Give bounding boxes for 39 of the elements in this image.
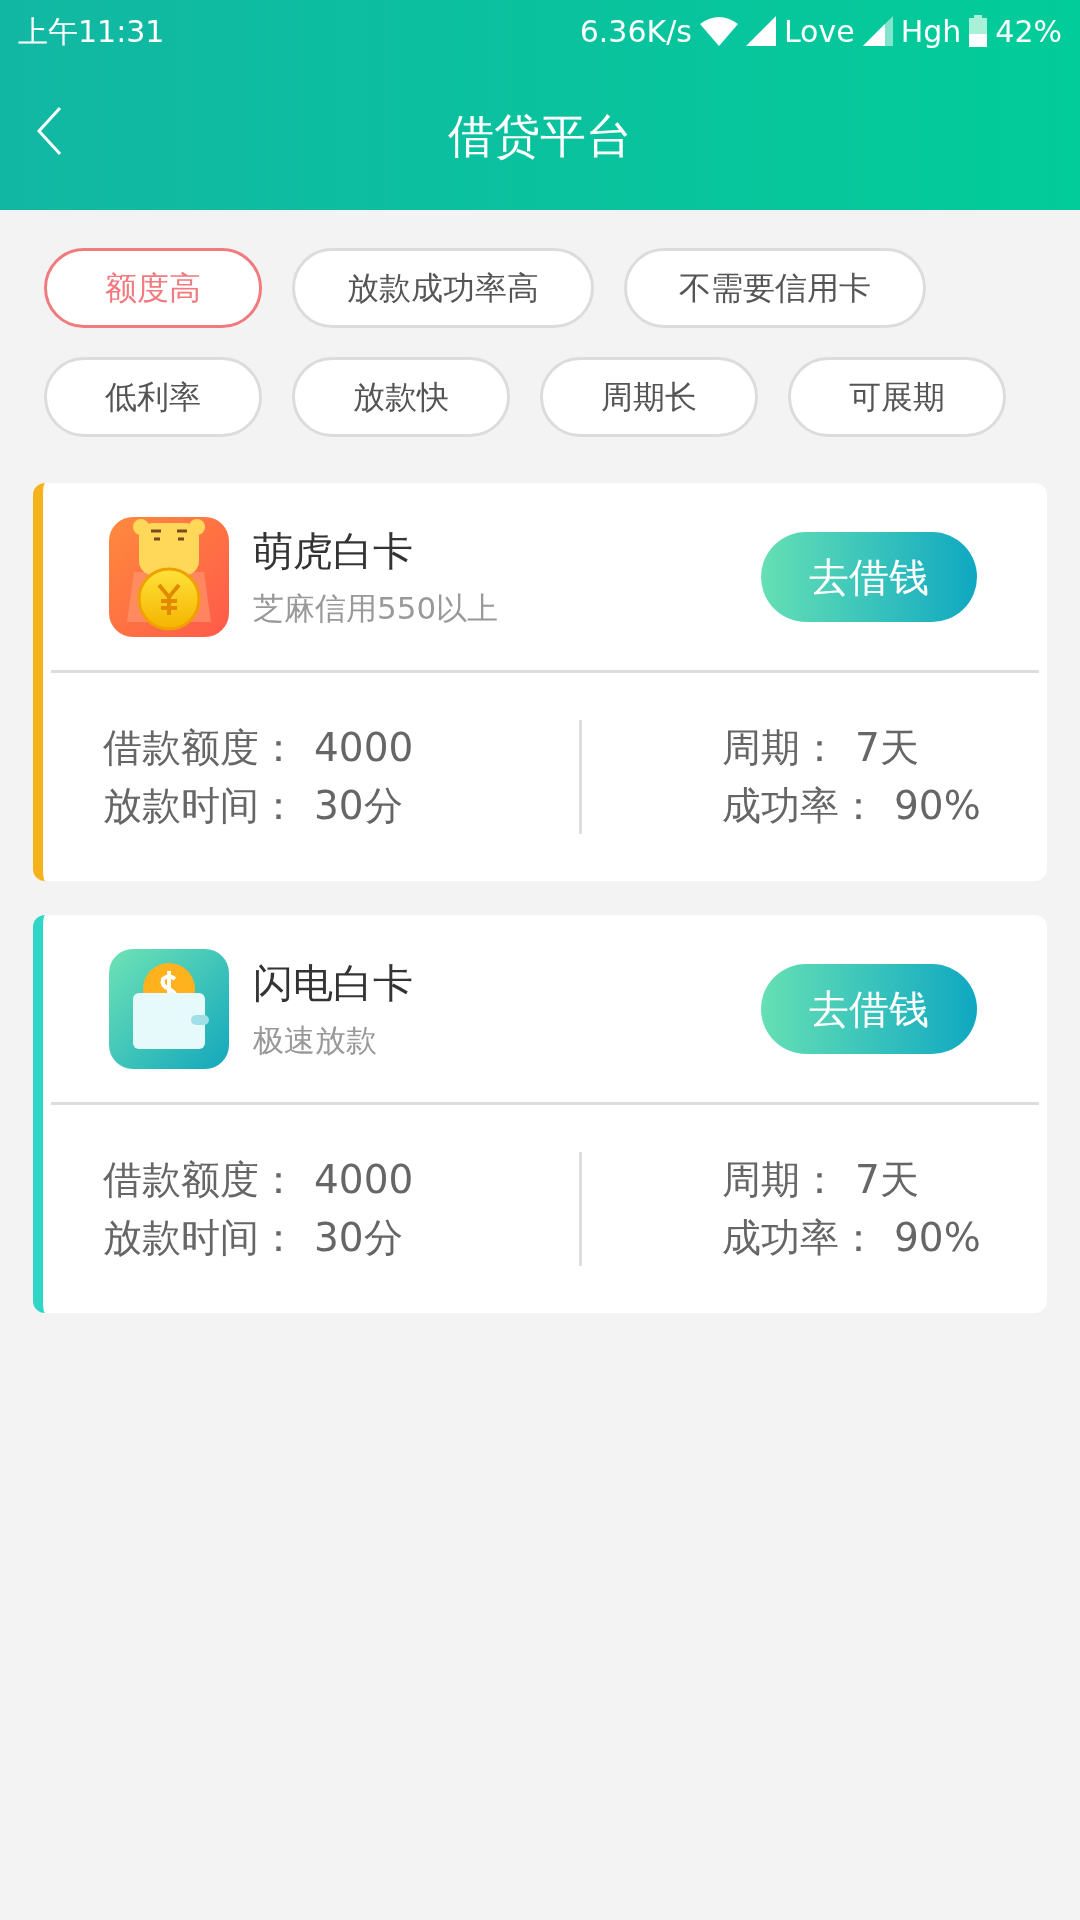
stat-label: 借款额度：: [103, 1156, 298, 1204]
status-time: 上午11:31: [18, 12, 165, 51]
tiger-app-icon: [109, 516, 229, 637]
filter-chip[interactable]: 可展期: [788, 357, 1006, 437]
product-name: 萌虎白卡: [253, 527, 414, 577]
signal-icon: [745, 16, 776, 46]
page-title: 借贷平台: [448, 107, 632, 165]
filter-chip[interactable]: 不需要信用卡: [624, 248, 926, 328]
stat-label: 周期：: [722, 1156, 839, 1204]
product-subtitle: 芝麻信用550以上: [253, 589, 499, 629]
stat-label: 成功率：: [722, 782, 878, 830]
stat-value: 30分: [314, 1214, 403, 1262]
battery-icon: [969, 15, 988, 47]
stat-label: 成功率：: [722, 1214, 878, 1262]
stat-value: 4000: [314, 724, 414, 772]
stat-value: 7天: [855, 1156, 919, 1204]
stat-label: 周期：: [722, 724, 839, 772]
stat-value: 90%: [894, 782, 981, 830]
product-name: 闪电白卡: [253, 959, 413, 1009]
carrier-name: Hgh: [900, 12, 962, 51]
network-speed: 6.36K/s: [579, 12, 692, 51]
wifi-icon: [699, 16, 738, 46]
wallet-app-icon: [109, 948, 229, 1069]
product-subtitle: 极速放款: [253, 1021, 378, 1061]
battery-level: 42%: [995, 12, 1062, 51]
filter-chip[interactable]: 放款快: [292, 357, 510, 437]
carrier-name: Love: [783, 12, 855, 51]
stat-label: 放款时间：: [103, 782, 298, 830]
stat-value: 4000: [314, 1156, 414, 1204]
signal-icon: [862, 16, 893, 46]
filter-chip[interactable]: 周期长: [540, 357, 758, 437]
filter-chip[interactable]: 放款成功率高: [292, 248, 594, 328]
filter-chip[interactable]: 低利率: [44, 357, 262, 437]
stat-label: 放款时间：: [103, 1214, 298, 1262]
stat-label: 借款额度：: [103, 724, 298, 772]
stat-value: 30分: [314, 782, 403, 830]
stat-value: 7天: [855, 724, 919, 772]
stat-value: 90%: [894, 1214, 981, 1262]
back-button[interactable]: [36, 106, 62, 156]
